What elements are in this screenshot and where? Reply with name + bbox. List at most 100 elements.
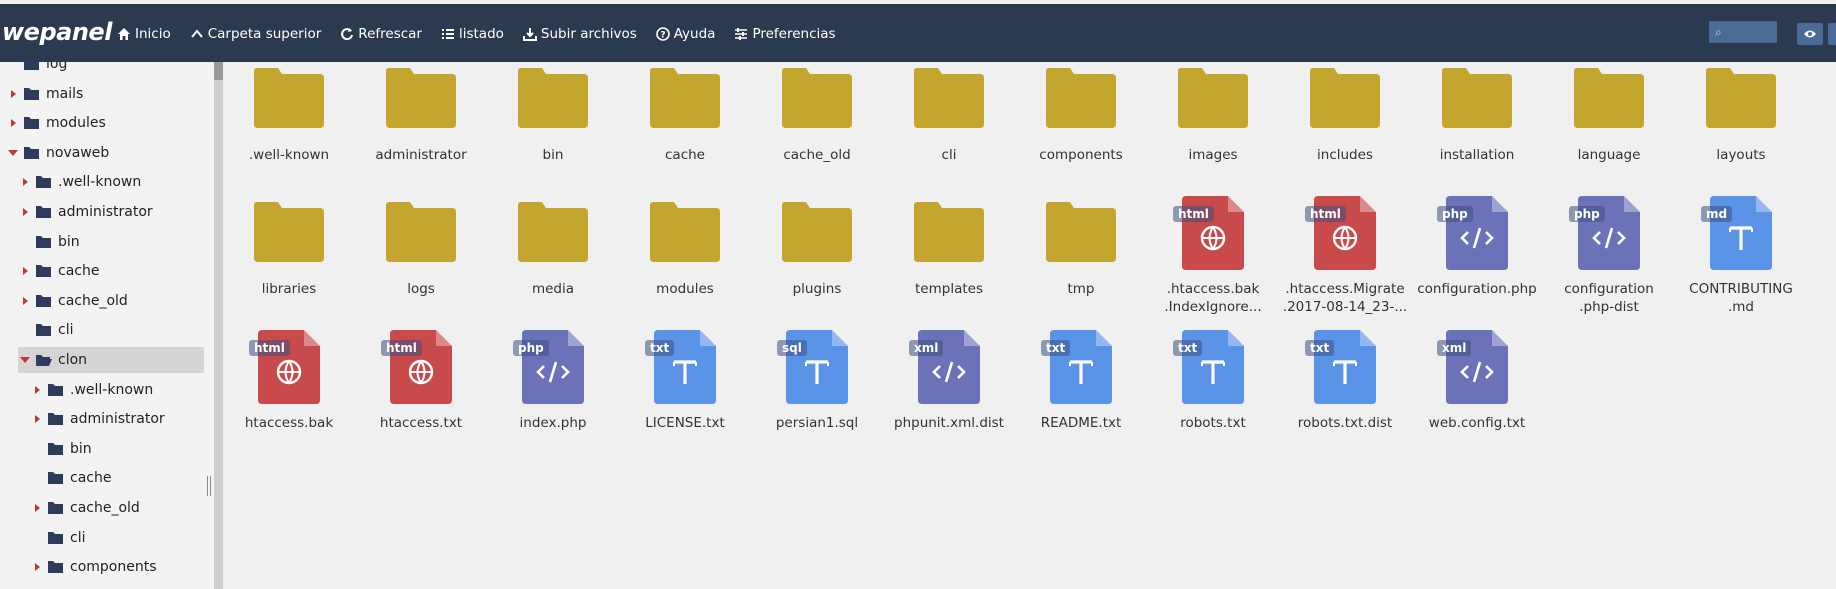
file-name: README.txt (1040, 415, 1122, 431)
folder-tile[interactable]: includes (1279, 62, 1411, 196)
tree-item[interactable]: components (32, 554, 157, 580)
tree-item[interactable]: cache_old (20, 288, 128, 314)
caret-right-icon[interactable] (8, 118, 18, 128)
tree-item[interactable]: cache_old (32, 495, 140, 521)
caret-right-icon[interactable] (32, 385, 42, 395)
caret-right-icon[interactable] (32, 503, 42, 513)
folder-icon (24, 87, 39, 100)
folder-icon (48, 442, 63, 455)
folder-tile[interactable]: administrator (355, 62, 487, 196)
tree-item[interactable]: .well-known (20, 169, 141, 195)
folder-tile[interactable]: components (1015, 62, 1147, 196)
folder-tile[interactable]: cache (619, 62, 751, 196)
file-name: installation (1439, 147, 1515, 163)
file-icon (619, 330, 751, 404)
tree-item[interactable]: cli (20, 317, 73, 343)
file-tile[interactable]: html .htaccess.bak .IndexIgnore... (1147, 196, 1279, 330)
view-toggle-button[interactable] (1797, 23, 1823, 45)
sidebar-scrollbar[interactable] (214, 62, 223, 589)
nav-label: Subir archivos (540, 26, 637, 42)
caret-right-icon[interactable] (20, 266, 30, 276)
nav-preferencias[interactable]: Preferencias (734, 26, 836, 42)
file-tile[interactable]: php configuration .php-dist (1543, 196, 1675, 330)
file-tile[interactable]: xml phpunit.xml.dist (883, 330, 1015, 464)
folder-icon (386, 202, 456, 262)
nav-subir-archivos[interactable]: Subir archivos (522, 26, 637, 42)
nav-listado[interactable]: listado (441, 26, 504, 42)
folder-icon (48, 531, 63, 544)
file-tile[interactable]: html htaccess.txt (355, 330, 487, 464)
tree-item[interactable]: bin (32, 436, 92, 462)
file-name: cache (665, 147, 705, 163)
tree-item[interactable]: novaweb (8, 140, 109, 166)
tree-item[interactable]: log (8, 62, 67, 77)
caret-right-icon[interactable] (32, 562, 42, 572)
folder-icon (36, 175, 52, 189)
file-tile[interactable]: php index.php (487, 330, 619, 464)
file-tile[interactable]: sql persian1.sql (751, 330, 883, 464)
folder-tile[interactable]: cli (883, 62, 1015, 196)
folder-icon (751, 68, 883, 130)
nav-refrescar[interactable]: Refrescar (340, 26, 422, 42)
caret-right-icon[interactable] (20, 207, 30, 217)
tree-item[interactable]: .well-known (32, 377, 153, 403)
file-tile[interactable]: txt LICENSE.txt (619, 330, 751, 464)
file-grid: .well-known administrator bin cache cache_ol… (223, 62, 1836, 589)
nav-ayuda[interactable]: ? Ayuda (655, 26, 715, 42)
search-input[interactable]: ⌕ (1709, 21, 1777, 43)
caret-right-icon[interactable] (20, 296, 30, 306)
file-tile[interactable]: php configuration.php (1411, 196, 1543, 330)
tree-item[interactable]: administrator (32, 406, 165, 432)
file-type-badge: sql (777, 340, 807, 356)
tree-item[interactable]: i (32, 584, 74, 589)
folder-tile[interactable]: logs (355, 196, 487, 330)
file-tile[interactable]: txt README.txt (1015, 330, 1147, 464)
file-name: tmp (1067, 281, 1095, 297)
caret-right-icon[interactable] (8, 89, 18, 99)
file-name: language (1577, 147, 1641, 163)
folder-tile[interactable]: installation (1411, 62, 1543, 196)
file-tile[interactable]: html htaccess.bak (223, 330, 355, 464)
nav-carpeta-superior[interactable]: Carpeta superior (190, 26, 321, 42)
caret-down-icon[interactable] (8, 148, 18, 158)
tree-item[interactable]: cache (32, 465, 111, 491)
caret-down-icon[interactable] (20, 355, 30, 365)
folder-icon (36, 264, 52, 278)
tree-item[interactable]: modules (8, 110, 106, 136)
folder-tile[interactable]: templates (883, 196, 1015, 330)
tree-item[interactable]: administrator (20, 199, 153, 225)
folder-tile[interactable]: language (1543, 62, 1675, 196)
folder-tile[interactable]: images (1147, 62, 1279, 196)
folder-tile[interactable]: media (487, 196, 619, 330)
sidebar-scroll-thumb[interactable] (214, 62, 223, 80)
overflow-button[interactable] (1828, 23, 1836, 45)
tree-item-label: clon (58, 352, 88, 368)
tree-item[interactable]: cache (20, 258, 99, 284)
file-name: plugins (792, 281, 842, 297)
folder-tile[interactable]: modules (619, 196, 751, 330)
nav-inicio[interactable]: Inicio (117, 26, 171, 42)
folder-tile[interactable]: libraries (223, 196, 355, 330)
app-logo[interactable]: wepanel (2, 18, 112, 46)
folder-tile[interactable]: cache_old (751, 62, 883, 196)
file-tile[interactable]: txt robots.txt (1147, 330, 1279, 464)
folder-tile[interactable]: .well-known (223, 62, 355, 196)
tree-item[interactable]: bin (20, 229, 80, 255)
folder-tile[interactable]: tmp (1015, 196, 1147, 330)
tree-item[interactable]: cli (32, 525, 85, 551)
file-tile[interactable]: md CONTRIBUTING .md (1675, 196, 1807, 330)
caret-right-icon[interactable] (20, 177, 30, 187)
folder-icon (254, 202, 324, 262)
sidebar-resize-handle[interactable] (207, 476, 211, 496)
folder-tile[interactable]: bin (487, 62, 619, 196)
tree-item-label: cache (70, 470, 112, 487)
file-tile[interactable]: html .htaccess.Migrate .2017-08-14_23-... (1279, 196, 1411, 330)
file-tile[interactable]: xml web.config.txt (1411, 330, 1543, 464)
file-tile[interactable]: txt robots.txt.dist (1279, 330, 1411, 464)
folder-tile[interactable]: plugins (751, 196, 883, 330)
tree-item[interactable]: clon (18, 347, 204, 373)
home-icon (118, 28, 130, 40)
tree-item[interactable]: mails (8, 81, 83, 107)
folder-tile[interactable]: layouts (1675, 62, 1807, 196)
caret-right-icon[interactable] (32, 414, 42, 424)
